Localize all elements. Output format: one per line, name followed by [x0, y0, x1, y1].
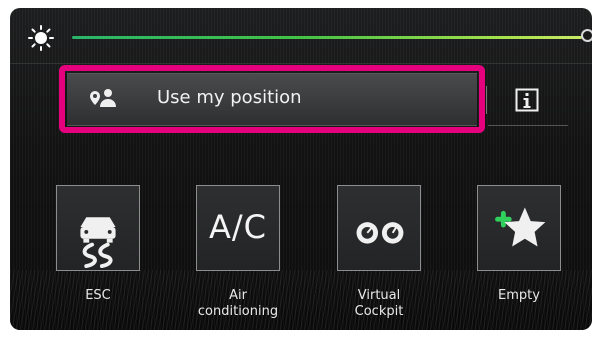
tile-virtual-cockpit-label: Virtual Cockpit	[354, 288, 404, 319]
brightness-slider[interactable]	[10, 8, 592, 60]
info-button[interactable]	[488, 73, 568, 126]
brightness-track[interactable]	[72, 36, 582, 39]
tile-esc[interactable]	[56, 185, 140, 271]
infotainment-screen: Use my position ESC A/C Air conditioning	[10, 8, 592, 330]
virtual-cockpit-gauges-icon	[356, 222, 404, 244]
tile-esc-label: ESC	[85, 288, 111, 303]
brightness-icon	[28, 25, 54, 51]
position-highlight-frame	[59, 65, 485, 133]
brightness-thumb[interactable]	[581, 29, 592, 42]
tile-air-conditioning-label: Air conditioning	[197, 288, 279, 319]
tile-empty[interactable]	[477, 185, 561, 271]
tile-empty-label: Empty	[498, 288, 540, 303]
tile-virtual-cockpit[interactable]	[337, 185, 421, 271]
ac-icon: A/C	[208, 208, 267, 246]
tile-air-conditioning[interactable]: A/C	[196, 185, 280, 271]
add-favorite-star-icon	[495, 207, 546, 247]
top-divider	[10, 63, 592, 64]
esc-skid-car-icon	[80, 217, 116, 269]
info-separator	[486, 86, 487, 114]
info-icon	[515, 88, 539, 112]
